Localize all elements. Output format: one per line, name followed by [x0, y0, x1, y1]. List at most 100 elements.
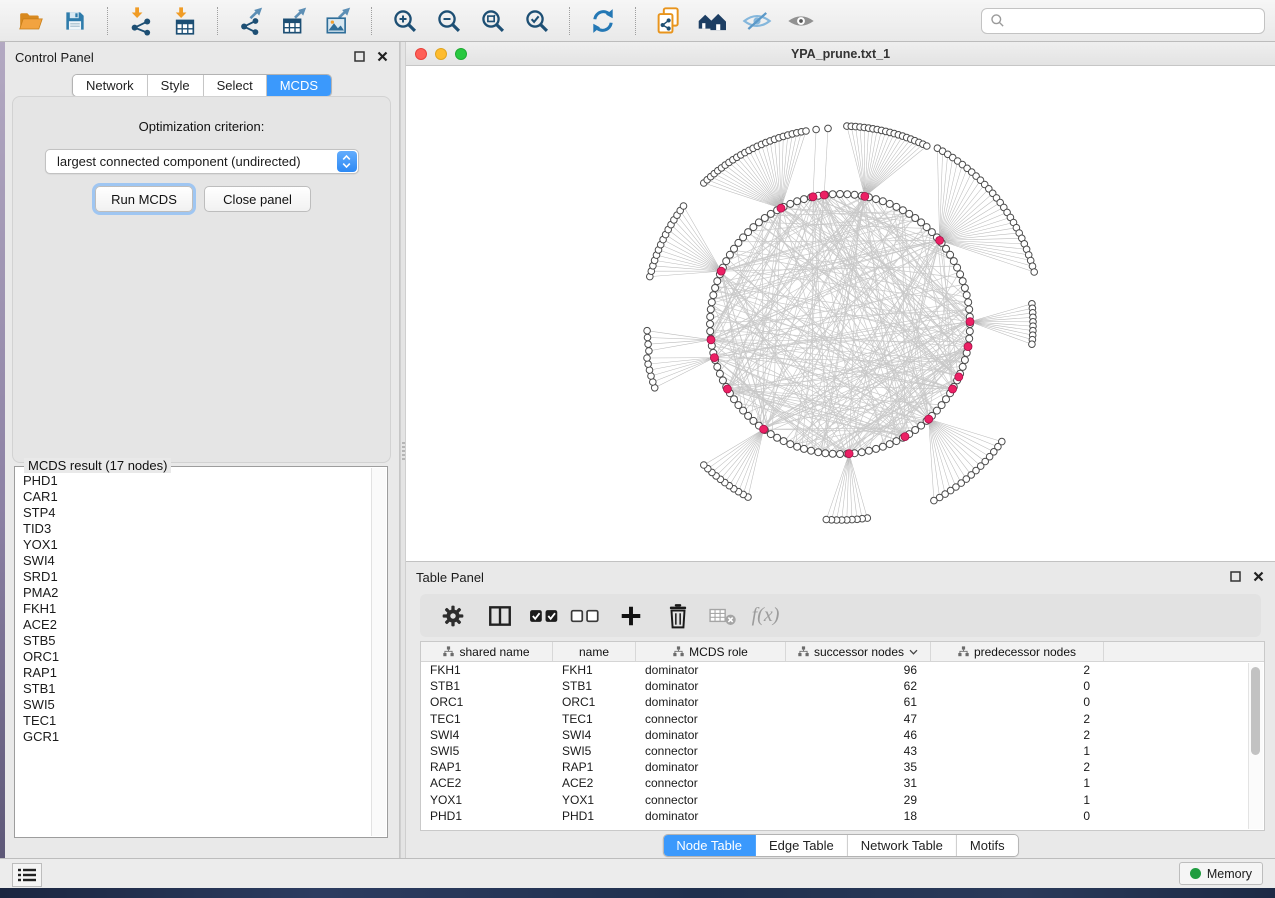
table-row[interactable]: ACE2ACE2connector311 [421, 775, 1249, 791]
mcds-list-scrollbar[interactable] [371, 468, 386, 836]
cell-mcds-role: dominator [636, 679, 786, 693]
table-settings-button[interactable] [432, 597, 473, 634]
zoom-in-button[interactable] [384, 4, 426, 38]
mcds-result-item[interactable]: SWI5 [23, 697, 364, 713]
mcds-result-item[interactable]: PMA2 [23, 585, 364, 601]
duplicate-network-button[interactable] [648, 4, 690, 38]
table-scrollbar-thumb[interactable] [1251, 667, 1260, 755]
cell-successor-nodes: 47 [786, 712, 931, 726]
mcds-result-item[interactable]: PHD1 [23, 473, 364, 489]
mcds-result-item[interactable]: TID3 [23, 521, 364, 537]
import-table-icon [170, 6, 200, 36]
mcds-result-item[interactable]: SRD1 [23, 569, 364, 585]
cell-name: SWI5 [553, 744, 636, 758]
mcds-result-item[interactable]: STP4 [23, 505, 364, 521]
tab-edge-table[interactable]: Edge Table [756, 835, 848, 856]
window-minimize-icon[interactable] [435, 48, 447, 60]
mcds-result-item[interactable]: SWI4 [23, 553, 364, 569]
optimization-criterion-select[interactable]: largest connected component (undirected) [45, 149, 359, 174]
task-history-button[interactable] [12, 863, 42, 887]
split-view-button[interactable] [479, 597, 520, 634]
mcds-result-item[interactable]: FKH1 [23, 601, 364, 617]
mcds-result-item[interactable]: GCR1 [23, 729, 364, 745]
search-input[interactable] [1011, 12, 1256, 29]
export-table-icon [280, 6, 310, 36]
export-network-button[interactable] [230, 4, 272, 38]
mcds-result-item[interactable]: RAP1 [23, 665, 364, 681]
column-header-name[interactable]: name [553, 642, 636, 661]
search-box[interactable] [981, 8, 1265, 34]
float-panel-icon[interactable] [354, 51, 365, 62]
mcds-result-item[interactable]: STB1 [23, 681, 364, 697]
table-scrollbar[interactable] [1248, 663, 1263, 829]
mcds-result-item[interactable]: STB5 [23, 633, 364, 649]
table-row[interactable]: YOX1YOX1connector291 [421, 792, 1249, 808]
memory-button[interactable]: Memory [1179, 862, 1263, 885]
mcds-result-item[interactable]: YOX1 [23, 537, 364, 553]
tab-network[interactable]: Network [73, 75, 148, 96]
column-header-filler [1104, 642, 1264, 661]
window-close-icon[interactable] [415, 48, 427, 60]
column-header-predecessor-nodes[interactable]: predecessor nodes [931, 642, 1104, 661]
close-panel-icon[interactable] [377, 51, 388, 62]
tab-network-table[interactable]: Network Table [848, 835, 957, 856]
tab-style[interactable]: Style [148, 75, 204, 96]
table-row[interactable]: TEC1TEC1connector472 [421, 711, 1249, 727]
tab-node-table[interactable]: Node Table [663, 835, 756, 856]
select-all-button[interactable] [524, 597, 565, 634]
refresh-view-button[interactable] [582, 4, 624, 38]
splitter-grip[interactable] [402, 442, 405, 462]
mcds-result-item[interactable]: ACE2 [23, 617, 364, 633]
column-header-shared-name[interactable]: shared name [421, 642, 553, 661]
create-column-button[interactable] [610, 597, 651, 634]
window-zoom-icon[interactable] [455, 48, 467, 60]
cell-successor-nodes: 96 [786, 663, 931, 677]
mcds-result-item[interactable]: CAR1 [23, 489, 364, 505]
network-graph[interactable] [406, 66, 1275, 561]
zoom-selected-button[interactable] [516, 4, 558, 38]
import-table-button[interactable] [164, 4, 206, 38]
export-table-button[interactable] [274, 4, 316, 38]
close-panel-icon[interactable] [1253, 571, 1264, 582]
table-row[interactable]: RAP1RAP1dominator352 [421, 759, 1249, 775]
table-row[interactable]: PHD1PHD1dominator180 [421, 808, 1249, 824]
cell-name: SWI4 [553, 728, 636, 742]
zoom-fit-button[interactable] [472, 4, 514, 38]
open-file-button[interactable] [10, 4, 52, 38]
delete-table-button[interactable] [702, 597, 743, 634]
table-panel: Table Panel [406, 561, 1275, 858]
float-panel-icon[interactable] [1230, 571, 1241, 582]
table-row[interactable]: STB1STB1dominator620 [421, 678, 1249, 694]
tree-icon [673, 646, 684, 657]
export-image-button[interactable] [318, 4, 360, 38]
mcds-result-item[interactable]: TEC1 [23, 713, 364, 729]
table-row[interactable]: FKH1FKH1dominator962 [421, 662, 1249, 678]
deselect-all-button[interactable] [565, 597, 606, 634]
save-session-button[interactable] [54, 4, 96, 38]
tab-select[interactable]: Select [204, 75, 267, 96]
zoom-in-icon [391, 7, 419, 35]
table-row[interactable]: ORC1ORC1dominator610 [421, 694, 1249, 710]
duplicate-network-icon [654, 6, 684, 36]
table-row[interactable]: SWI4SWI4dominator462 [421, 727, 1249, 743]
import-network-icon [126, 6, 156, 36]
tab-motifs[interactable]: Motifs [957, 835, 1018, 856]
cell-predecessor-nodes: 1 [931, 793, 1104, 807]
import-network-button[interactable] [120, 4, 162, 38]
zoom-out-button[interactable] [428, 4, 470, 38]
hide-selected-button[interactable] [736, 4, 778, 38]
column-header-successor-nodes[interactable]: successor nodes [786, 642, 931, 661]
function-builder-button[interactable]: f(x) [743, 597, 784, 634]
show-all-button[interactable] [780, 4, 822, 38]
first-neighbors-button[interactable] [692, 4, 734, 38]
delete-column-button[interactable] [657, 597, 698, 634]
table-row[interactable]: SWI5SWI5connector431 [421, 743, 1249, 759]
network-canvas[interactable] [406, 66, 1275, 561]
run-mcds-button[interactable]: Run MCDS [95, 186, 193, 212]
toolbar-separator [635, 7, 637, 35]
mcds-result-item[interactable]: ORC1 [23, 649, 364, 665]
tab-mcds[interactable]: MCDS [267, 75, 331, 96]
column-header-mcds-role[interactable]: MCDS role [636, 642, 786, 661]
close-panel-button[interactable]: Close panel [204, 186, 311, 212]
network-window-titlebar[interactable]: YPA_prune.txt_1 [406, 42, 1275, 66]
